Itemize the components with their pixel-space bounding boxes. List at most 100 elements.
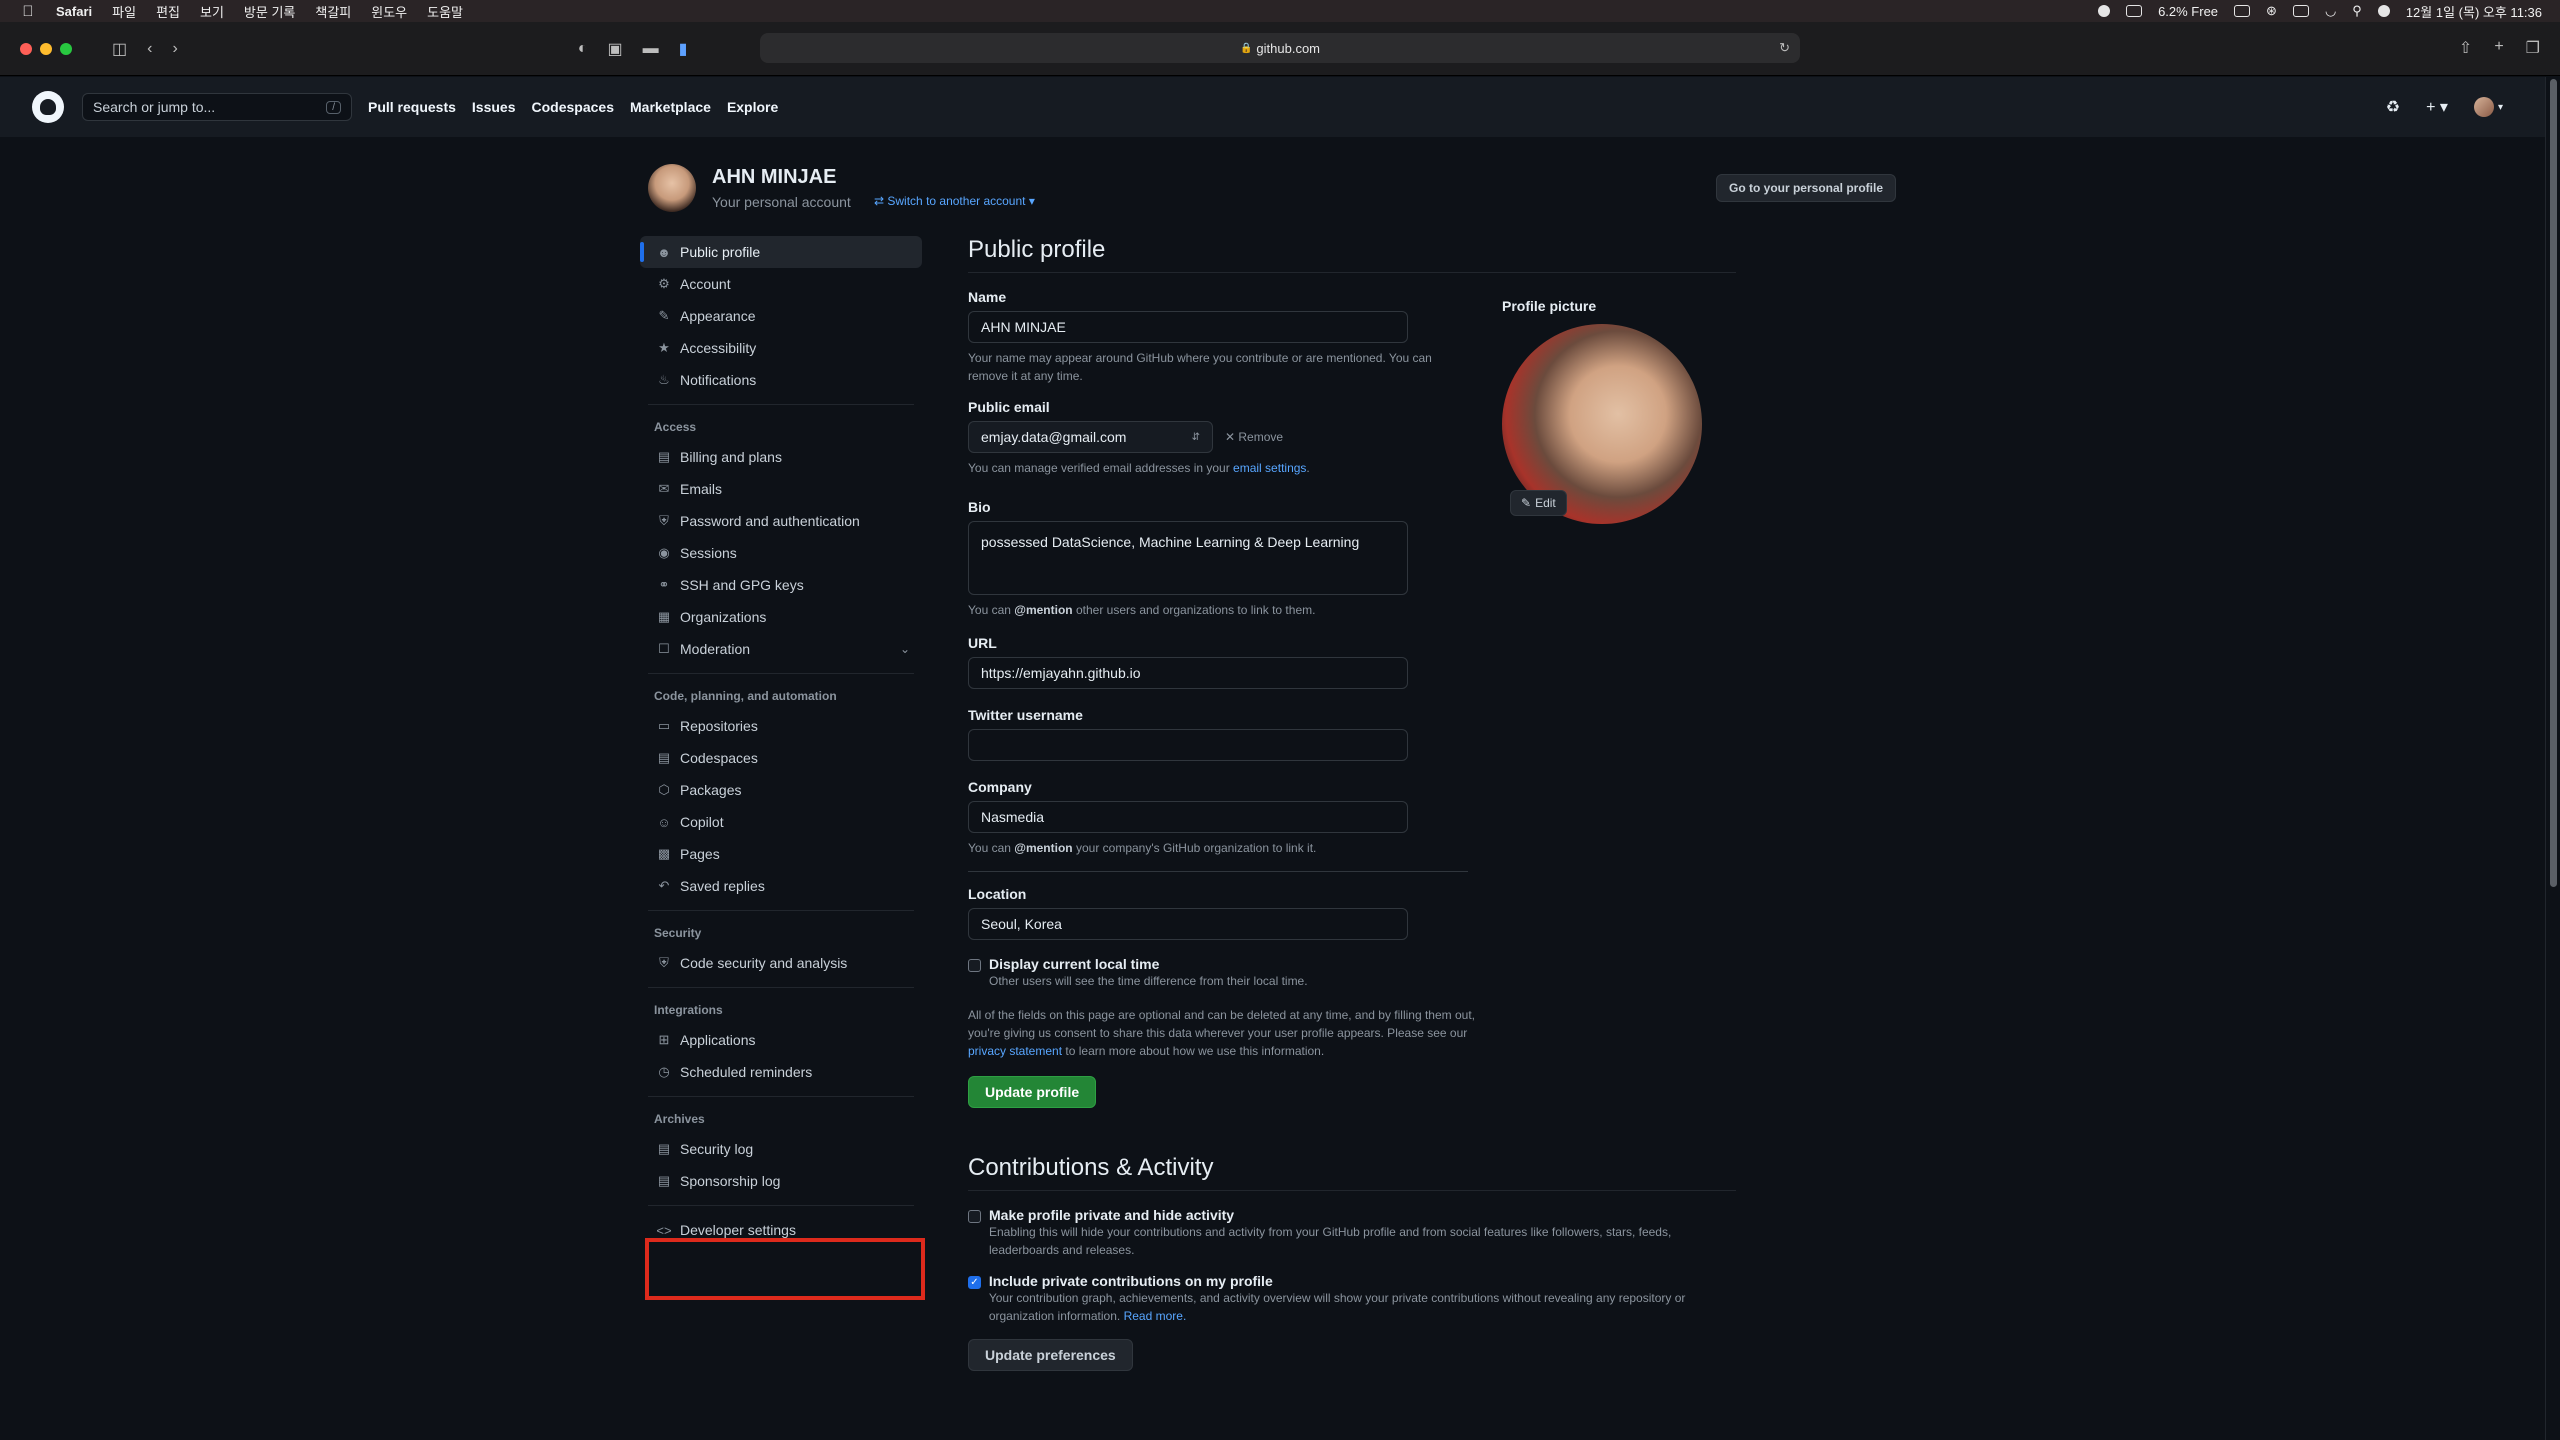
nav-explore[interactable]: Explore [727,99,778,115]
twitter-field[interactable] [968,729,1408,761]
menu-file[interactable]: 파일 [112,2,136,21]
app-menu[interactable]: Safari [56,4,92,19]
read-more-link[interactable]: Read more. [1124,1309,1187,1323]
forward-icon[interactable]: › [172,40,177,58]
new-tab-icon[interactable]: + [2494,38,2503,58]
tab-overview-icon[interactable]: ❐ [2526,38,2540,58]
close-window-button[interactable] [20,42,32,55]
sidebar-item-appearance[interactable]: ✎ Appearance [640,300,922,332]
sidebar-item-codespaces[interactable]: ▤ Codespaces [640,742,922,774]
edit-picture-button[interactable]: ✎ Edit [1510,490,1567,516]
account-name[interactable]: AHN MINJAE [712,166,836,189]
url-field[interactable]: https://emjayahn.github.io [968,657,1408,689]
sidebar-item-sessions[interactable]: ◉ Sessions [640,537,922,569]
sidebar-item-organizations[interactable]: ▦ Organizations [640,601,922,633]
sidebar-item-sponsorship-log[interactable]: ▤ Sponsorship log [640,1165,922,1197]
address-bar[interactable]: 🔒 github.com ↻ [760,33,1800,63]
sidebar-item-repositories[interactable]: ▭ Repositories [640,710,922,742]
sidebar-item-ssh-gpg[interactable]: ⚭ SSH and GPG keys [640,569,922,601]
menu-history[interactable]: 방문 기록 [244,2,295,21]
public-email-select[interactable]: emjay.data@gmail.com ⇵ [968,421,1213,453]
organization-icon: ▦ [657,609,671,624]
go-to-profile-button[interactable]: Go to your personal profile [1715,174,1896,202]
nav-marketplace[interactable]: Marketplace [630,99,711,115]
menu-help[interactable]: 도움말 [427,2,463,21]
share-icon[interactable]: ⇧ [2459,38,2472,58]
email-note-text: You can manage verified email addresses … [968,461,1234,475]
extension-icon[interactable]: ◐ [578,40,588,58]
wifi-icon[interactable]: ◡ [2325,3,2336,19]
notion-extension-icon[interactable]: ▣ [607,39,622,59]
sidebar-item-pages[interactable]: ▩ Pages [640,838,922,870]
consent-note: All of the fields on this page are optio… [968,1006,1478,1060]
minimize-window-button[interactable] [40,42,52,55]
nav-codespaces[interactable]: Codespaces [532,99,614,115]
sidebar-item-saved-replies[interactable]: ↶ Saved replies [640,870,922,902]
status-app-icon[interactable] [2098,5,2111,17]
divider [648,910,914,911]
search-input[interactable]: Search or jump to... / [82,93,352,121]
include-private-checkbox[interactable]: ✓ [968,1276,981,1289]
sidebar-item-security-log[interactable]: ▤ Security log [640,1133,922,1165]
privacy-statement-link[interactable]: privacy statement [968,1044,1062,1058]
menu-edit[interactable]: 편집 [156,2,180,21]
avatar[interactable] [648,164,696,212]
nav-pull-requests[interactable]: Pull requests [368,99,456,115]
menu-view[interactable]: 보기 [200,2,224,21]
update-preferences-button[interactable]: Update preferences [968,1339,1133,1371]
siri-icon[interactable] [2377,5,2390,17]
extension-icon[interactable]: ▮ [679,39,688,59]
location-field[interactable]: Seoul, Korea [968,908,1408,940]
bio-field[interactable]: possessed DataScience, Machine Learning … [968,521,1408,595]
switch-account-link[interactable]: ⇄ Switch to another account ▾ [874,194,1035,208]
bio-note-text: other users and organizations to link to… [1072,603,1316,617]
clock[interactable]: 12월 1일 (목) 오후 11:36 [2406,2,2542,21]
name-note: Your name may appear around GitHub where… [968,351,1432,383]
sidebar-item-billing[interactable]: ▤ Billing and plans [640,441,922,473]
nav-issues[interactable]: Issues [472,99,516,115]
sidebar-item-accessibility[interactable]: ★ Accessibility [640,332,922,364]
sidebar-item-packages[interactable]: ⬡ Packages [640,774,922,806]
back-icon[interactable]: ‹ [147,40,152,58]
name-field[interactable]: AHN MINJAE [968,311,1408,343]
status-app-icon[interactable] [2126,5,2143,17]
notifications-bell-icon[interactable]: ♻ [2386,97,2400,117]
company-field[interactable]: Nasmedia [968,801,1408,833]
update-profile-button[interactable]: Update profile [968,1076,1097,1108]
sidebar-item-moderation[interactable]: ☐ Moderation ⌄ [640,633,922,665]
zoom-window-button[interactable] [60,42,72,55]
sidebar-item-code-security[interactable]: ⛨ Code security and analysis [640,947,922,979]
email-settings-link[interactable]: email settings [1233,461,1306,475]
spotlight-icon[interactable]: ⚲ [2352,3,2362,19]
sidebar-toggle-icon[interactable]: ◫ [112,39,127,59]
sidebar-item-password[interactable]: ⛨ Password and authentication [640,505,922,537]
sidebar-item-scheduled-reminders[interactable]: ◷ Scheduled reminders [640,1056,922,1088]
menu-window[interactable]: 윈도우 [371,2,407,21]
credit-card-icon: ▤ [657,449,671,464]
scrollbar-thumb[interactable] [2550,79,2557,887]
status-app-icon[interactable] [2234,5,2251,17]
create-new-icon[interactable]: + ▾ [2426,97,2448,117]
sidebar-item-applications[interactable]: ⊞ Applications [640,1024,922,1056]
sidebar-item-account[interactable]: ⚙ Account [640,268,922,300]
memory-status[interactable]: 6.2% Free [2158,4,2218,19]
battery-icon[interactable] [2292,5,2309,17]
gear-icon: ⚙ [658,276,670,291]
bluetooth-icon[interactable]: ⊛ [2266,3,2277,19]
sidebar-item-copilot[interactable]: ☺ Copilot [640,806,922,838]
local-time-checkbox[interactable] [968,959,981,972]
sidebar-item-notifications[interactable]: ♨ Notifications [640,364,922,396]
github-logo-icon[interactable] [32,91,64,123]
reload-icon[interactable]: ↻ [1779,40,1790,56]
extension-icon[interactable]: ▬ [643,40,659,58]
private-profile-checkbox[interactable] [968,1210,981,1223]
menu-bookmarks[interactable]: 책갈피 [315,2,351,21]
profile-picture[interactable]: ✎ Edit [1502,324,1702,524]
page-scrollbar[interactable] [2545,77,2560,1440]
user-menu[interactable]: ▾ [2473,97,2503,117]
settings-sidebar: ☻ Public profile ⚙ Account ✎ Appearance ★ Ac… [640,236,922,1246]
sidebar-item-public-profile[interactable]: ☻ Public profile [640,236,922,268]
remove-email-button[interactable]: ✕ Remove [1225,430,1283,444]
sidebar-item-emails[interactable]: ✉ Emails [640,473,922,505]
apple-menu-icon[interactable]:  [18,1,38,21]
